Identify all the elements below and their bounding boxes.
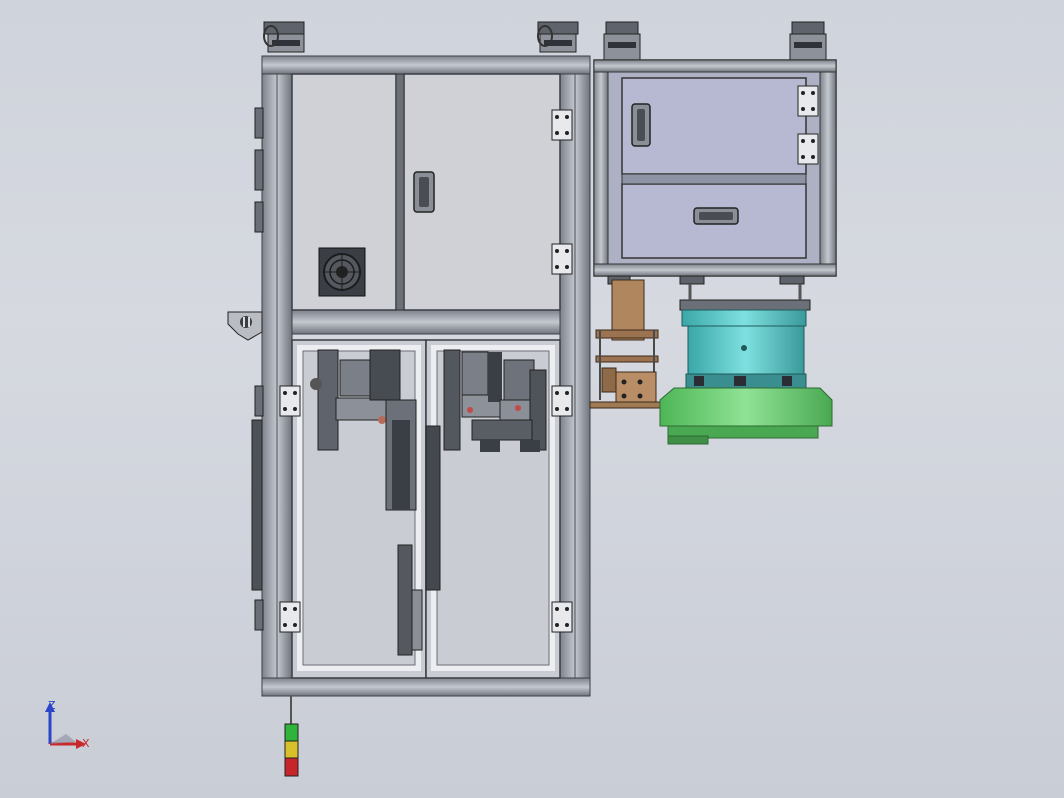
hinge-icon bbox=[551, 601, 573, 633]
fan-grill-icon bbox=[318, 247, 366, 297]
signal-tower[interactable] bbox=[284, 696, 299, 777]
right-cabinet[interactable] bbox=[593, 21, 837, 285]
hinge-icon bbox=[797, 133, 819, 165]
hinge-icon bbox=[551, 109, 573, 141]
bottom-rail bbox=[261, 677, 591, 697]
hinge-icon bbox=[551, 385, 573, 417]
side-component bbox=[254, 201, 264, 233]
side-component bbox=[254, 149, 264, 191]
side-bracket bbox=[227, 311, 263, 341]
side-component bbox=[254, 107, 264, 139]
hinge-icon bbox=[279, 385, 301, 417]
signal-light-red bbox=[284, 757, 299, 777]
drawer-handle[interactable] bbox=[693, 207, 739, 225]
bronze-mount bbox=[589, 279, 661, 409]
hinge-icon bbox=[797, 85, 819, 117]
hinge-icon bbox=[551, 243, 573, 275]
signal-light-yellow bbox=[284, 740, 299, 759]
side-rail bbox=[251, 419, 263, 591]
coordinate-triad: Z X bbox=[45, 699, 90, 750]
cabinet-door-handle[interactable] bbox=[631, 103, 651, 147]
top-rail bbox=[261, 55, 591, 75]
right-top-fitting bbox=[537, 21, 579, 53]
main-cabinet[interactable] bbox=[227, 21, 591, 697]
door-handle[interactable] bbox=[413, 171, 435, 213]
hinge-icon bbox=[279, 601, 301, 633]
middle-rail bbox=[291, 309, 561, 335]
side-component bbox=[254, 385, 264, 417]
signal-light-green bbox=[284, 723, 299, 742]
x-axis-label: X bbox=[82, 737, 90, 750]
right-cabinet-top-fitting bbox=[603, 21, 827, 61]
left-top-fitting bbox=[263, 21, 305, 53]
side-component bbox=[254, 599, 264, 631]
cad-viewport[interactable]: Z X bbox=[0, 0, 1064, 798]
z-axis-label: Z bbox=[48, 699, 56, 712]
rotary-table bbox=[659, 284, 833, 445]
